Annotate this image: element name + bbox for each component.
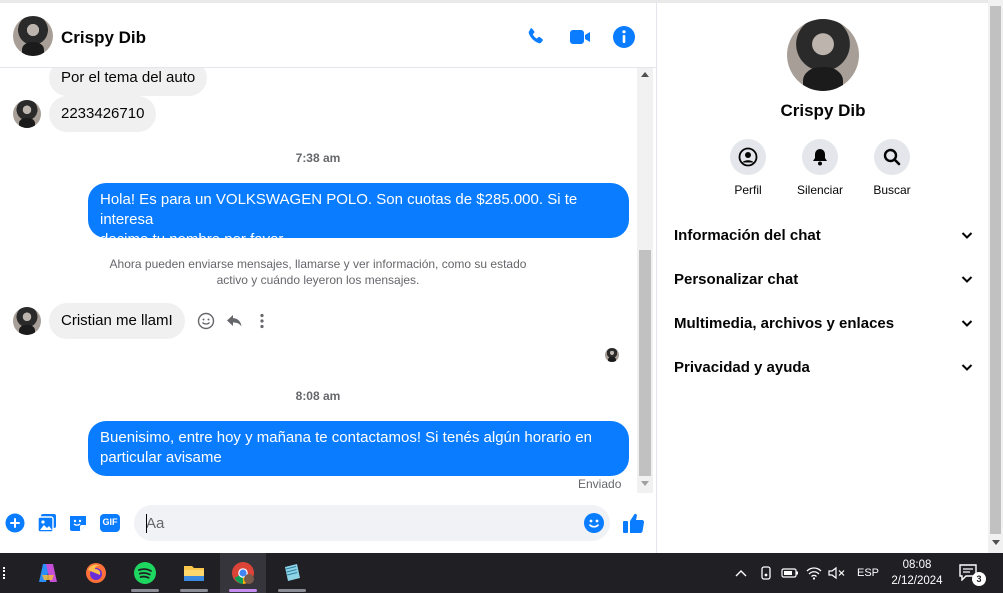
message-list[interactable]: Por el tema del auto 2233426710 7:38 am … [0, 68, 640, 493]
running-indicator [278, 589, 306, 592]
taskbar-edge-handle [3, 567, 5, 579]
more-options-icon[interactable] [253, 312, 271, 330]
running-indicator [131, 589, 159, 592]
delivery-status: Enviado [578, 477, 622, 491]
phone-call-icon[interactable] [524, 25, 548, 49]
section-media-files-links[interactable]: Multimedia, archivos y enlaces [674, 303, 974, 343]
clock-date: 2/12/2024 [891, 575, 943, 587]
running-indicator [180, 589, 208, 592]
windows-taskbar: ESP 08:08 2/12/2024 3 [0, 553, 1003, 593]
wifi-icon[interactable] [806, 565, 822, 581]
system-notice-line: activo y cuándo leyeron los mensajes. [216, 273, 420, 287]
video-call-icon[interactable] [568, 25, 592, 49]
mute-label: Silenciar [796, 183, 844, 197]
scrollbar-thumb[interactable] [639, 250, 651, 476]
sender-avatar[interactable] [13, 307, 41, 335]
sticker-icon[interactable] [67, 512, 89, 534]
volume-muted-icon[interactable] [828, 565, 846, 581]
message-line: Hola! Es para un VOLKSWAGEN POLO. Son cu… [100, 191, 578, 228]
system-clock[interactable]: 08:08 2/12/2024 [886, 557, 948, 589]
conversation-info-panel: Crispy Dib Perfil Silenciar Buscar Infor… [656, 0, 988, 553]
message-incoming: 2233426710 [13, 96, 157, 132]
message-line: Buenisimo, entre hoy y mañana te contact… [100, 429, 592, 446]
page-scrollbar[interactable] [988, 0, 1003, 553]
emoji-picker-icon[interactable] [583, 512, 605, 534]
message-bubble[interactable]: Por el tema del auto [49, 68, 208, 96]
input-language-indicator[interactable]: ESP [855, 565, 881, 581]
section-customize-chat[interactable]: Personalizar chat [674, 259, 974, 299]
add-more-icon[interactable] [4, 512, 26, 534]
battery-icon[interactable] [781, 565, 799, 581]
sender-avatar[interactable] [13, 100, 41, 128]
notification-count-badge: 3 [972, 572, 986, 586]
gif-icon[interactable]: GIF [99, 512, 121, 534]
system-notice-line: Ahora pueden enviarse mensajes, llamarse… [109, 257, 527, 271]
contact-avatar[interactable] [13, 16, 53, 56]
message-outgoing[interactable]: Buenisimo, entre hoy y mañana te contact… [88, 421, 629, 476]
clock-time: 08:08 [902, 559, 932, 571]
gif-label: GIF [102, 517, 118, 527]
contact-avatar-large[interactable] [787, 19, 859, 91]
notification-center-icon[interactable]: 3 [958, 563, 986, 586]
message-outgoing[interactable]: Hola! Es para un VOLKSWAGEN POLO. Son cu… [88, 183, 629, 248]
message-input[interactable] [146, 505, 576, 541]
profile-icon [730, 139, 766, 175]
message-line: particular avisame [100, 449, 222, 466]
page-scrollbar-thumb[interactable] [990, 6, 1001, 534]
message-composer: GIF [0, 495, 656, 551]
contact-name[interactable]: Crispy Dib [61, 28, 146, 48]
message-line: decime tu nombre por favor [100, 231, 284, 248]
notepad-app-icon[interactable] [269, 553, 315, 593]
message-timestamp: 7:38 am [295, 151, 341, 165]
section-label: Información del chat [674, 226, 821, 244]
message-incoming: Cristian me llamI [13, 303, 271, 339]
panel-contact-name: Crispy Dib [780, 101, 866, 120]
reply-icon[interactable] [225, 312, 243, 330]
react-emoji-icon[interactable] [197, 312, 215, 330]
like-thumbs-up-icon[interactable] [622, 511, 646, 535]
section-label: Personalizar chat [674, 270, 799, 288]
file-explorer-app-icon[interactable] [171, 553, 217, 593]
attach-image-icon[interactable] [36, 512, 58, 534]
chrome-app-icon[interactable] [220, 553, 266, 593]
info-icon[interactable] [612, 25, 636, 49]
spotify-app-icon[interactable] [122, 553, 168, 593]
search-icon [874, 139, 910, 175]
search-button[interactable]: Buscar [856, 139, 928, 197]
scroll-up-arrow-icon[interactable] [641, 72, 649, 77]
scroll-down-arrow-icon[interactable] [992, 540, 1000, 545]
section-label: Multimedia, archivos y enlaces [674, 314, 895, 332]
message-timestamp: 8:08 am [295, 389, 341, 403]
section-privacy-help[interactable]: Privacidad y ayuda [674, 347, 974, 387]
message-bubble[interactable]: 2233426710 [49, 96, 157, 132]
section-chat-info[interactable]: Información del chat [674, 215, 974, 255]
chevron-down-icon [961, 276, 973, 283]
chevron-down-icon [961, 364, 973, 371]
text-caret [146, 514, 147, 533]
system-notice: Ahora pueden enviarse mensajes, llamarse… [100, 256, 536, 288]
firefox-app-icon[interactable] [73, 553, 119, 593]
mute-button[interactable]: Silenciar [784, 139, 856, 197]
message-incoming: Por el tema del auto [49, 68, 208, 96]
read-receipt-avatar [605, 348, 619, 362]
copilot-app-icon[interactable] [25, 553, 71, 593]
chat-header: Crispy Dib [0, 0, 656, 68]
scroll-down-arrow-icon[interactable] [641, 481, 649, 486]
profile-button[interactable]: Perfil [712, 139, 784, 197]
device-icon[interactable] [758, 565, 774, 581]
search-label: Buscar [873, 183, 911, 197]
messenger-window: Crispy Dib Por el tema del auto 22334267… [0, 0, 1003, 593]
section-label: Privacidad y ayuda [674, 358, 810, 376]
show-hidden-icons-chevron-icon[interactable] [734, 565, 748, 581]
message-input-wrapper [134, 505, 610, 541]
running-indicator [229, 589, 257, 592]
chevron-down-icon [961, 232, 973, 239]
message-actions [197, 312, 271, 330]
chevron-down-icon [961, 320, 973, 327]
message-bubble[interactable]: Cristian me llamI [49, 303, 185, 339]
bell-icon [802, 139, 838, 175]
profile-label: Perfil [734, 183, 762, 197]
